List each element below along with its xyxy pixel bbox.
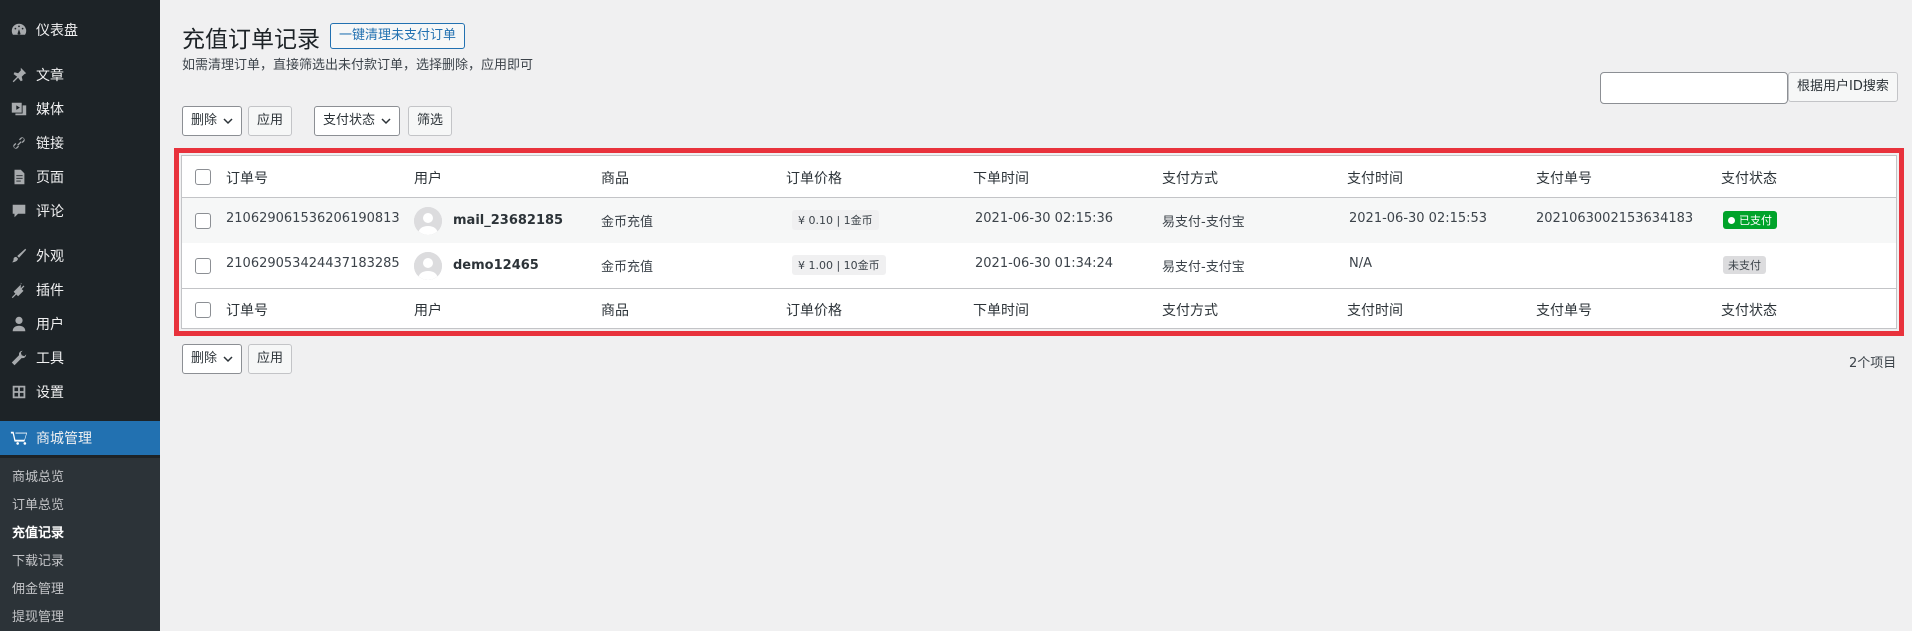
submenu-item-shop-overview[interactable]: 商城总览 — [12, 466, 64, 485]
highlight-box — [174, 148, 1904, 336]
page-title: 充值订单记录 — [182, 27, 320, 53]
filter-button[interactable]: 筛选 — [408, 106, 453, 136]
submenu-item-download-records[interactable]: 下载记录 — [12, 550, 64, 569]
sidebar-item-label: 工具 — [36, 351, 64, 367]
bulk-action-label: 删除 — [191, 351, 218, 366]
sidebar-item-comments[interactable]: 评论 — [0, 197, 160, 225]
chevron-down-icon — [381, 118, 391, 125]
sidebar-item-tools[interactable]: 工具 — [0, 344, 160, 372]
sidebar-item-label: 链接 — [36, 136, 64, 152]
sidebar-item-appearance[interactable]: 外观 — [0, 242, 160, 270]
comment-icon — [9, 201, 29, 221]
bulk-action-select-bottom[interactable]: 删除 — [182, 344, 243, 374]
sidebar-item-users[interactable]: 用户 — [0, 310, 160, 338]
plugin-icon — [9, 280, 29, 300]
bulk-action-label: 删除 — [191, 113, 218, 128]
sidebar-item-label: 文章 — [36, 68, 64, 84]
media-icon — [9, 99, 29, 119]
bulk-action-select-top[interactable]: 删除 — [182, 106, 243, 136]
sidebar-item-media[interactable]: 媒体 — [0, 95, 160, 123]
sidebar-item-label: 商城管理 — [36, 431, 92, 447]
sidebar-item-posts[interactable]: 文章 — [0, 61, 160, 89]
link-icon — [9, 133, 29, 153]
chevron-down-icon — [223, 356, 233, 363]
submenu-item-order-overview[interactable]: 订单总览 — [12, 494, 64, 513]
submenu-item-commission[interactable]: 佣金管理 — [12, 578, 64, 597]
cart-icon — [9, 428, 29, 448]
sidebar-item-label: 设置 — [36, 385, 64, 401]
admin-sidebar: 仪表盘 文章 媒体 链接 页面 评论 外观 插件 用户 工具 设置 商城管理 商… — [0, 0, 160, 631]
sidebar-item-plugins[interactable]: 插件 — [0, 276, 160, 304]
wrench-icon — [9, 348, 29, 368]
sidebar-item-label: 外观 — [36, 249, 64, 265]
sidebar-item-dashboard[interactable]: 仪表盘 — [0, 16, 160, 44]
pin-icon — [9, 65, 29, 85]
apply-button-bottom[interactable]: 应用 — [248, 344, 293, 374]
clear-unpaid-orders-button[interactable]: 一键清理未支付订单 — [330, 23, 466, 49]
user-id-search-input[interactable] — [1600, 72, 1788, 104]
shop-submenu: 商城总览 订单总览 充值记录 下载记录 佣金管理 提现管理 — [0, 458, 160, 631]
search-by-user-id-button[interactable]: 根据用户ID搜索 — [1788, 72, 1898, 102]
sidebar-item-label: 用户 — [36, 317, 64, 333]
settings-icon — [9, 382, 29, 402]
payment-status-select[interactable]: 支付状态 — [314, 106, 401, 136]
sidebar-item-label: 评论 — [36, 204, 64, 220]
sidebar-item-settings[interactable]: 设置 — [0, 378, 160, 406]
item-count: 2个项目 — [1849, 356, 1897, 371]
submenu-item-recharge-records[interactable]: 充值记录 — [12, 522, 64, 541]
sidebar-item-label: 页面 — [36, 170, 64, 186]
chevron-down-icon — [223, 118, 233, 125]
dashboard-icon — [9, 20, 29, 40]
apply-button-top[interactable]: 应用 — [248, 106, 293, 136]
sidebar-item-label: 媒体 — [36, 102, 64, 118]
user-icon — [9, 314, 29, 334]
page-description: 如需清理订单，直接筛选出未付款订单，选择删除，应用即可 — [182, 58, 534, 73]
sidebar-item-label: 插件 — [36, 283, 64, 299]
page-icon — [9, 167, 29, 187]
submenu-item-withdrawal[interactable]: 提现管理 — [12, 606, 64, 625]
payment-status-label: 支付状态 — [323, 113, 376, 128]
sidebar-item-shop[interactable]: 商城管理 — [0, 421, 160, 455]
sidebar-item-links[interactable]: 链接 — [0, 129, 160, 157]
sidebar-item-pages[interactable]: 页面 — [0, 163, 160, 191]
brush-icon — [9, 246, 29, 266]
sidebar-item-label: 仪表盘 — [36, 23, 78, 39]
